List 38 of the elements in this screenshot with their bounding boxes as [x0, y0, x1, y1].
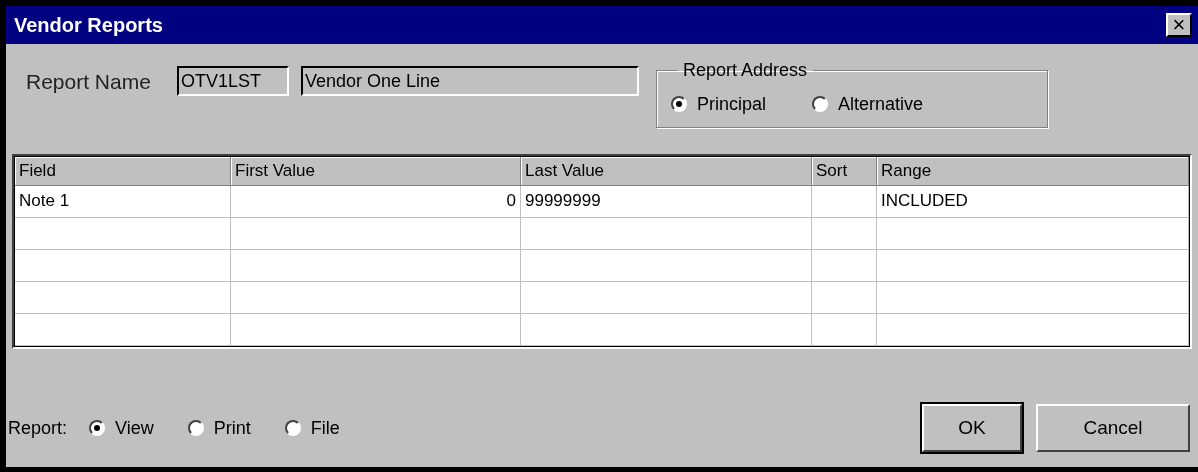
- radio-option[interactable]: View: [89, 417, 154, 439]
- radio-label[interactable]: Principal: [696, 93, 766, 115]
- radio-label[interactable]: Print: [213, 417, 251, 439]
- radio-label[interactable]: File: [310, 417, 340, 439]
- radio-label[interactable]: View: [115, 417, 154, 439]
- empty-cell: [812, 314, 877, 346]
- table-cell: [812, 186, 877, 218]
- radio-label[interactable]: Alternative: [837, 93, 923, 115]
- report-code-field[interactable]: OTV1LST: [176, 66, 289, 96]
- radio-option[interactable]: Print: [187, 417, 251, 439]
- cancel-button[interactable]: Cancel: [1036, 404, 1190, 452]
- radio-icon[interactable]: [89, 420, 106, 436]
- radio-option[interactable]: Principal: [670, 93, 766, 115]
- table-cell: Note 1: [15, 186, 231, 218]
- report-title-field[interactable]: Vendor One Line: [300, 66, 639, 96]
- empty-cell: [812, 282, 877, 314]
- radio-icon[interactable]: [284, 420, 301, 436]
- empty-cell: [812, 250, 877, 282]
- table-cell: 0: [231, 186, 521, 218]
- report-name-label: Report Name: [26, 70, 151, 94]
- radio-option[interactable]: Alternative: [811, 93, 923, 115]
- column-header[interactable]: First Value: [231, 157, 521, 186]
- radio-option[interactable]: File: [284, 417, 340, 439]
- report-label: Report:: [8, 417, 68, 439]
- radio-icon[interactable]: [811, 96, 828, 112]
- column-header[interactable]: Range: [877, 157, 1189, 186]
- group-label: Report Address: [681, 60, 808, 81]
- column-header[interactable]: Field: [15, 157, 231, 186]
- empty-cell: [812, 218, 877, 250]
- radio-icon[interactable]: [187, 420, 204, 436]
- ok-button[interactable]: OK: [922, 404, 1022, 452]
- table-cell: INCLUDED: [877, 186, 1189, 218]
- window-title: Vendor Reports: [14, 13, 163, 37]
- table-cell: 99999999: [521, 186, 812, 218]
- column-header[interactable]: Last Value: [521, 157, 812, 186]
- column-header[interactable]: Sort: [812, 157, 877, 186]
- radio-icon[interactable]: [670, 96, 687, 112]
- close-button[interactable]: ×: [1166, 13, 1192, 37]
